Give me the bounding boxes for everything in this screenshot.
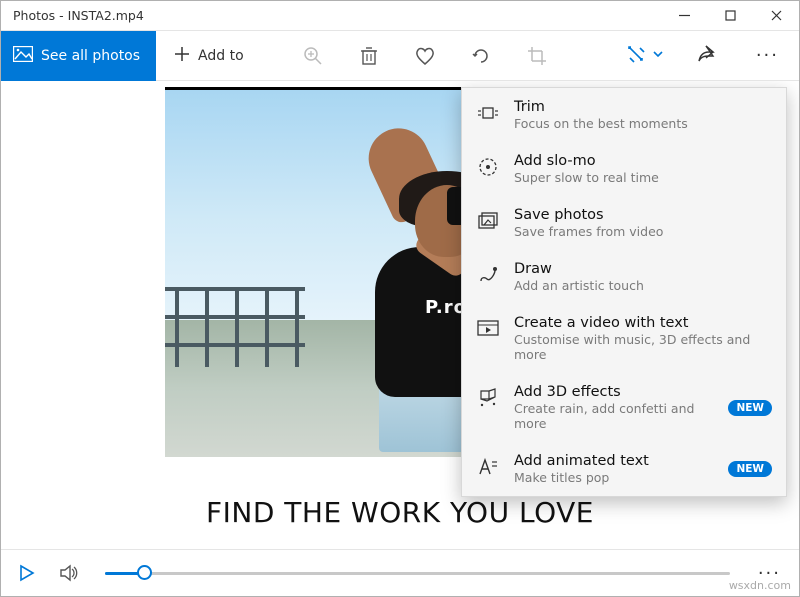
new-badge: NEW bbox=[728, 400, 772, 416]
menu-item-title: Draw bbox=[514, 261, 772, 277]
slomo-icon bbox=[476, 155, 500, 179]
save-photos-icon bbox=[476, 209, 500, 233]
share-button[interactable] bbox=[692, 44, 720, 68]
play-button[interactable] bbox=[15, 561, 39, 585]
add-to-label: Add to bbox=[198, 48, 244, 64]
window-title: Photos - INSTA2.mp4 bbox=[1, 8, 661, 23]
video-text-icon bbox=[476, 317, 500, 341]
toolbar: See all photos Add to bbox=[1, 31, 799, 81]
add-to-button[interactable]: Add to bbox=[156, 31, 262, 81]
menu-animated-text[interactable]: Add animated text Make titles pop NEW bbox=[462, 442, 786, 496]
menu-item-sub: Save frames from video bbox=[514, 224, 772, 239]
menu-item-sub: Add an artistic touch bbox=[514, 278, 772, 293]
effects-3d-icon bbox=[476, 386, 500, 410]
favourite-icon[interactable] bbox=[414, 45, 436, 67]
menu-item-sub: Focus on the best moments bbox=[514, 116, 772, 131]
menu-trim[interactable]: Trim Focus on the best moments bbox=[462, 88, 786, 142]
menu-3d-effects[interactable]: Add 3D effects Create rain, add confetti… bbox=[462, 373, 786, 442]
see-all-photos-button[interactable]: See all photos bbox=[1, 31, 156, 81]
menu-item-title: Trim bbox=[514, 99, 772, 115]
zoom-icon bbox=[302, 45, 324, 67]
new-badge: NEW bbox=[728, 461, 772, 477]
menu-create-video-text[interactable]: Create a video with text Customise with … bbox=[462, 304, 786, 373]
draw-icon bbox=[476, 263, 500, 287]
watermark: wsxdn.com bbox=[729, 579, 791, 592]
menu-item-title: Create a video with text bbox=[514, 315, 772, 331]
maximize-button[interactable] bbox=[707, 1, 753, 31]
menu-item-title: Save photos bbox=[514, 207, 772, 223]
photo-icon bbox=[13, 46, 33, 66]
content-area: P.rol FIND THE WORK YOU LOVE Trim Focus … bbox=[1, 81, 799, 549]
video-caption: FIND THE WORK YOU LOVE bbox=[1, 496, 799, 529]
delete-icon[interactable] bbox=[358, 45, 380, 67]
minimize-button[interactable] bbox=[661, 1, 707, 31]
chevron-down-icon bbox=[652, 48, 664, 64]
more-button[interactable]: ··· bbox=[742, 45, 793, 66]
close-button[interactable] bbox=[753, 1, 799, 31]
crop-icon bbox=[526, 45, 548, 67]
menu-draw[interactable]: Draw Add an artistic touch bbox=[462, 250, 786, 304]
menu-item-sub: Customise with music, 3D effects and mor… bbox=[514, 332, 772, 362]
volume-button[interactable] bbox=[57, 561, 81, 585]
menu-item-sub: Create rain, add confetti and more bbox=[514, 401, 714, 431]
trim-icon bbox=[476, 101, 500, 125]
edit-create-menu: Trim Focus on the best moments Add slo-m… bbox=[461, 87, 787, 497]
player-bar: ··· bbox=[1, 549, 799, 596]
seek-thumb[interactable] bbox=[137, 565, 152, 580]
menu-save-photos[interactable]: Save photos Save frames from video bbox=[462, 196, 786, 250]
menu-item-sub: Super slow to real time bbox=[514, 170, 772, 185]
menu-item-title: Add slo-mo bbox=[514, 153, 772, 169]
plus-icon bbox=[174, 46, 190, 66]
rotate-icon[interactable] bbox=[470, 45, 492, 67]
animated-text-icon bbox=[476, 455, 500, 479]
menu-slomo[interactable]: Add slo-mo Super slow to real time bbox=[462, 142, 786, 196]
edit-create-button[interactable] bbox=[620, 44, 670, 68]
menu-item-title: Add 3D effects bbox=[514, 384, 714, 400]
seek-bar[interactable] bbox=[105, 571, 730, 575]
edit-icon bbox=[626, 44, 646, 68]
menu-item-title: Add animated text bbox=[514, 453, 714, 469]
menu-item-sub: Make titles pop bbox=[514, 470, 714, 485]
see-all-label: See all photos bbox=[41, 48, 140, 64]
titlebar: Photos - INSTA2.mp4 bbox=[1, 1, 799, 31]
